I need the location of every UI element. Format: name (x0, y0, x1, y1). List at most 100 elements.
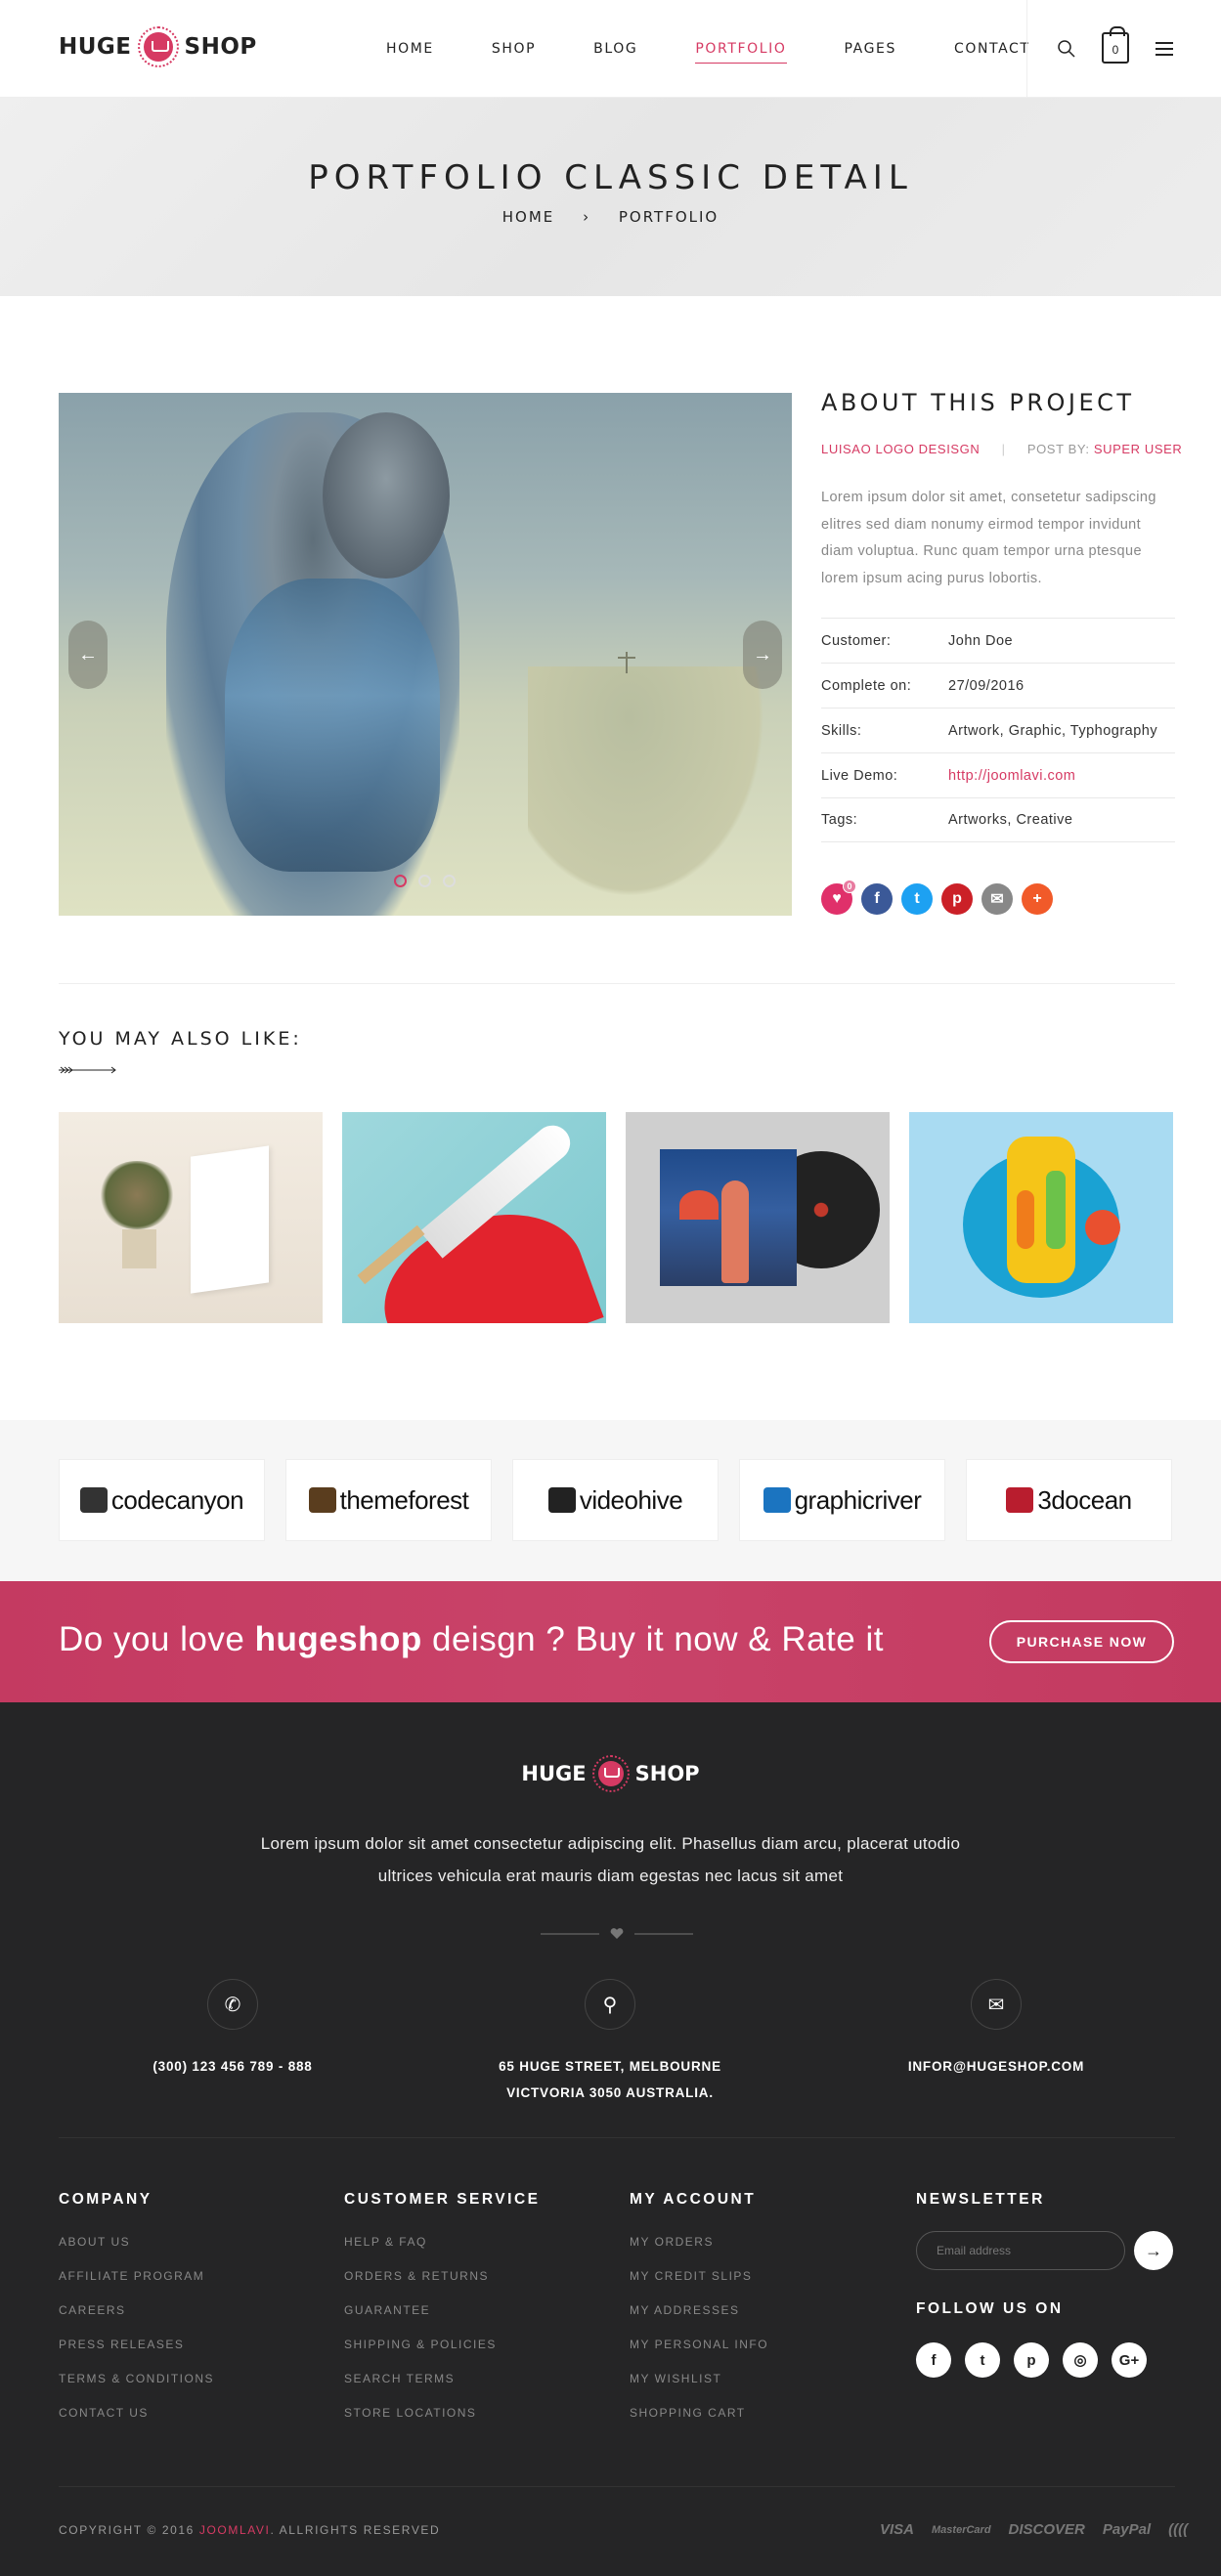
search-icon[interactable] (1053, 35, 1080, 63)
project-description: Lorem ipsum dolor sit amet, consetetur s… (821, 490, 1156, 586)
twitter-icon[interactable]: t (965, 2342, 1000, 2378)
facebook-icon[interactable]: f (861, 883, 893, 915)
related-item-card[interactable] (342, 1112, 606, 1323)
detail-value: Artwork, Graphic, Typhography (948, 722, 1158, 739)
related-item-card[interactable] (909, 1112, 1173, 1323)
partner-logo[interactable]: graphicriver (739, 1459, 945, 1541)
project-category[interactable]: LUISAO LOGO DESISGN (821, 442, 980, 456)
footer-link[interactable]: MY WISHLIST (630, 2372, 884, 2385)
detail-row-customer: Customer: John Doe (821, 618, 1175, 663)
pinterest-icon[interactable]: p (1014, 2342, 1049, 2378)
purchase-now-button[interactable]: PURCHASE NOW (989, 1620, 1174, 1663)
plus-icon[interactable]: + (1022, 883, 1053, 915)
like-count: 0 (843, 880, 856, 893)
slider-prev-button[interactable]: ← (68, 621, 108, 689)
footer-link[interactable]: SHIPPING & POLICIES (344, 2338, 598, 2351)
footer-link[interactable]: ABOUT US (59, 2235, 313, 2249)
discover-icon: DISCOVER (1008, 2521, 1085, 2538)
cart-logo-icon (591, 1755, 630, 1792)
related-item-card[interactable] (59, 1112, 323, 1323)
footer-col-customer-service: CUSTOMER SERVICE HELP & FAQ ORDERS & RET… (344, 2191, 598, 2440)
slider-dot[interactable] (443, 875, 456, 887)
menu-icon[interactable] (1156, 42, 1173, 60)
payment-methods: VISA MasterCard DISCOVER PayPal (((( (880, 2521, 1205, 2538)
phone-text[interactable]: (300) 123 456 789 - 888 (86, 2053, 379, 2080)
detail-key: Complete on: (821, 677, 912, 694)
detail-key: Live Demo: (821, 767, 898, 784)
mastercard-icon: MasterCard (932, 2523, 991, 2536)
footer-link[interactable]: MY ORDERS (630, 2235, 884, 2249)
newsletter-email-input[interactable]: Email address (916, 2231, 1125, 2270)
slide-statue (618, 652, 635, 673)
footer-link[interactable]: MY CREDIT SLIPS (630, 2269, 884, 2283)
contactless-icon: (((( (1168, 2521, 1189, 2538)
pinterest-icon[interactable]: p (941, 883, 973, 915)
footer-link[interactable]: HELP & FAQ (344, 2235, 598, 2249)
nav-home[interactable]: HOME (386, 35, 434, 63)
partner-logo[interactable]: 3docean (966, 1459, 1172, 1541)
partner-logo[interactable]: themeforest (285, 1459, 492, 1541)
nav-blog[interactable]: BLOG (593, 35, 637, 63)
slider-dot[interactable] (418, 875, 431, 887)
detail-value: Artworks, Creative (948, 812, 1073, 828)
newsletter-submit-button[interactable]: → (1134, 2231, 1173, 2270)
partner-logo[interactable]: videohive (512, 1459, 719, 1541)
cart-logo-icon (137, 26, 179, 67)
footer-link[interactable]: TERMS & CONDITIONS (59, 2372, 313, 2385)
copyright-brand-link[interactable]: JOOMLAVI (199, 2523, 271, 2537)
project-details: Customer: John Doe Complete on: 27/09/2016… (821, 618, 1175, 842)
footer-col-company: COMPANY ABOUT US AFFILIATE PROGRAM CAREE… (59, 2191, 313, 2440)
heart-icon[interactable]: ♥ 0 (821, 880, 856, 915)
project-image-slider[interactable]: ← → (59, 393, 792, 916)
detail-row-tags: Tags: Artworks, Creative (821, 797, 1175, 842)
instagram-icon[interactable]: ◎ (1063, 2342, 1098, 2378)
footer-link[interactable]: GUARANTEE (344, 2303, 598, 2317)
detail-row-complete: Complete on: 27/09/2016 (821, 663, 1175, 708)
footer-link[interactable]: STORE LOCATIONS (344, 2406, 598, 2420)
slider-next-button[interactable]: → (743, 621, 782, 689)
footer-col-title: CUSTOMER SERVICE (344, 2191, 541, 2208)
slider-dot[interactable] (394, 875, 407, 887)
footer-link[interactable]: MY ADDRESSES (630, 2303, 884, 2317)
nav-pages[interactable]: PAGES (845, 35, 896, 63)
project-meta: LUISAO LOGO DESISGN | POST BY: SUPER USE… (821, 442, 1182, 456)
post-by-label: POST BY: (1026, 442, 1090, 456)
footer-link[interactable]: CONTACT US (59, 2406, 313, 2420)
footer-link[interactable]: CAREERS (59, 2303, 313, 2317)
detail-row-skills: Skills: Artwork, Graphic, Typhography (821, 708, 1175, 752)
arrow-left-icon: ← (78, 643, 98, 665)
site-logo[interactable]: HUGE SHOP (59, 25, 257, 68)
live-demo-link[interactable]: http://joomlavi.com (948, 768, 1075, 784)
breadcrumb-home[interactable]: HOME (502, 208, 555, 226)
share-buttons: ♥ 0 f t p ✉ + (821, 880, 1062, 915)
nav-contact[interactable]: CONTACT (954, 35, 1030, 63)
footer-logo[interactable]: HUGE SHOP (0, 1755, 1221, 1792)
footer-link[interactable]: ORDERS & RETURNS (344, 2269, 598, 2283)
detail-key: Customer: (821, 632, 892, 649)
partner-logo[interactable]: codecanyon (59, 1459, 265, 1541)
arrow-right-icon: → (1145, 2240, 1162, 2260)
post-author[interactable]: SUPER USER (1094, 442, 1183, 456)
email-icon[interactable]: ✉ (981, 883, 1013, 915)
cart-button[interactable]: 0 (1102, 26, 1129, 64)
related-item-card[interactable] (626, 1112, 890, 1323)
footer-link[interactable]: SHOPPING CART (630, 2406, 884, 2420)
twitter-icon[interactable]: t (901, 883, 933, 915)
facebook-icon[interactable]: f (916, 2342, 951, 2378)
footer-link[interactable]: AFFILIATE PROGRAM (59, 2269, 313, 2283)
footer-link[interactable]: SEARCH TERMS (344, 2372, 598, 2385)
slide-head (323, 412, 450, 579)
related-thumbnails (59, 1112, 1193, 1323)
footer-link[interactable]: PRESS RELEASES (59, 2338, 313, 2351)
envelope-icon: ✉ (971, 1979, 1022, 2030)
footer-link[interactable]: MY PERSONAL INFO (630, 2338, 884, 2351)
email-text[interactable]: INFOR@HUGESHOP.COM (850, 2053, 1143, 2080)
contact-phone: ✆ (300) 123 456 789 - 888 (86, 1979, 379, 2080)
nav-portfolio[interactable]: PORTFOLIO (695, 35, 787, 64)
footer-col-my-account: MY ACCOUNT MY ORDERS MY CREDIT SLIPS MY … (630, 2191, 884, 2440)
address-text: 65 HUGE STREET, MELBOURNE VICTVORIA 3050… (499, 2059, 721, 2100)
footer-social: f t p ◎ G+ (916, 2342, 1160, 2378)
google-plus-icon[interactable]: G+ (1112, 2342, 1147, 2378)
site-footer: HUGE SHOP Lorem ipsum dolor sit amet con… (0, 1702, 1221, 2576)
nav-shop[interactable]: SHOP (492, 35, 536, 63)
